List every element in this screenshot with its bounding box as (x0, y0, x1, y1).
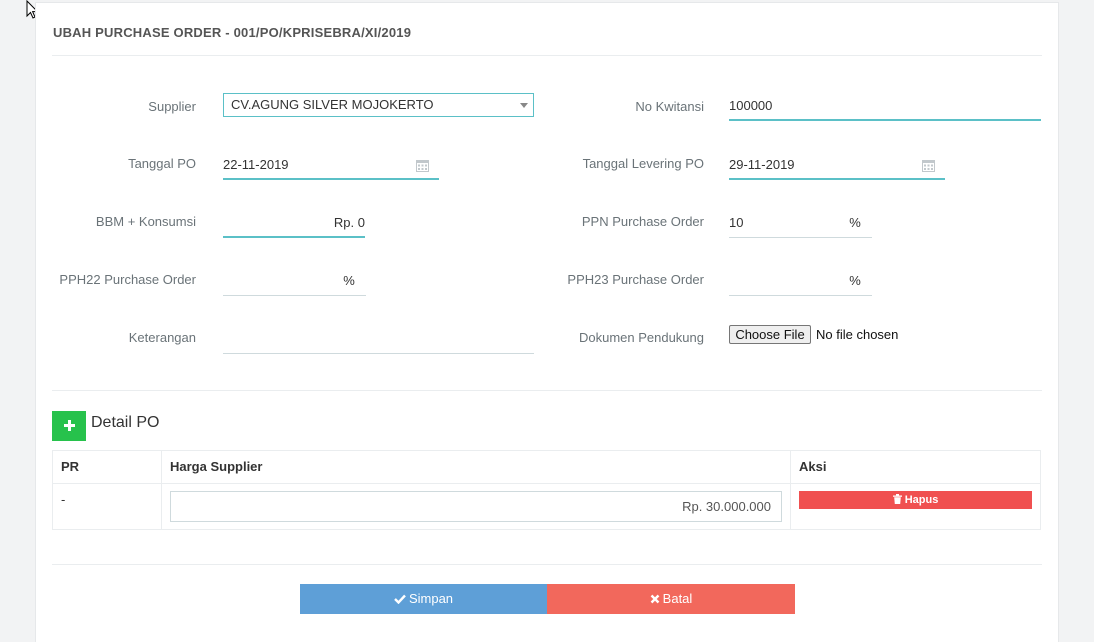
file-status: No file chosen (816, 327, 899, 342)
pph23-label: PPH23 Purchase Order (567, 272, 704, 287)
tanggal-levering-value: 29-11-2019 (729, 157, 795, 172)
harga-cell: Rp. 30.000.000 (161, 483, 791, 530)
tanggal-po-value: 22-11-2019 (223, 157, 289, 172)
times-icon (650, 594, 660, 604)
trash-icon (892, 494, 902, 504)
edit-po-panel: UBAH PURCHASE ORDER - 001/PO/KPRISEBRA/X… (35, 2, 1059, 642)
supplier-select[interactable]: CV.AGUNG SILVER MOJOKERTO (223, 93, 534, 117)
ppn-value: 10 (729, 215, 744, 230)
bbm-konsumsi-value: Rp. 0 (333, 215, 365, 230)
page-title: UBAH PURCHASE ORDER - 001/PO/KPRISEBRA/X… (53, 25, 412, 40)
table-header-row: PR Harga Supplier Aksi (52, 450, 1041, 484)
pph23-percent-addon: % (838, 266, 872, 296)
chevron-down-icon (520, 103, 528, 108)
detail-po-title: Detail PO (91, 414, 160, 431)
aksi-cell: Hapus (790, 483, 1041, 530)
plus-icon (63, 420, 75, 431)
ppn-label: PPN Purchase Order (581, 214, 704, 229)
divider (52, 564, 1042, 565)
column-header-pr: PR (52, 450, 162, 484)
no-kwitansi-input[interactable]: 100000 (729, 91, 1041, 121)
divider (52, 390, 1042, 391)
ppn-percent-addon: % (838, 208, 872, 238)
column-header-harga: Harga Supplier (161, 450, 791, 484)
pph22-label: PPH22 Purchase Order (59, 272, 196, 287)
hapus-button[interactable]: Hapus (799, 491, 1032, 509)
save-button[interactable]: Simpan (300, 584, 547, 614)
ppn-input[interactable]: 10 (729, 208, 839, 238)
tanggal-po-input[interactable]: 22-11-2019 (223, 150, 439, 180)
pr-cell: - (52, 483, 162, 530)
add-detail-button[interactable] (52, 411, 86, 441)
detail-po-table: PR Harga Supplier Aksi - Rp. 30.000.000 (52, 450, 1041, 530)
no-kwitansi-value: 100000 (729, 98, 773, 113)
supplier-label: Supplier (148, 99, 196, 114)
choose-file-button[interactable]: Choose File (729, 325, 811, 344)
dokumen-label: Dokumen Pendukung (578, 330, 704, 345)
bbm-konsumsi-input[interactable]: Rp. 0 (223, 208, 365, 238)
bbm-konsumsi-label: BBM + Konsumsi (95, 214, 196, 229)
table-row: - Rp. 30.000.000 Hapus (52, 483, 1041, 530)
pph22-percent-addon: % (332, 266, 366, 296)
calendar-icon[interactable] (416, 159, 429, 172)
tanggal-po-label: Tanggal PO (128, 156, 196, 171)
check-icon (394, 594, 406, 604)
save-label: Simpan (408, 591, 454, 606)
pph22-input[interactable] (223, 266, 333, 296)
calendar-icon[interactable] (922, 159, 935, 172)
pr-value: - (61, 492, 66, 507)
supplier-value: CV.AGUNG SILVER MOJOKERTO (231, 97, 434, 112)
hapus-label: Hapus (904, 494, 939, 506)
keterangan-input[interactable] (223, 324, 534, 354)
tanggal-levering-label: Tanggal Levering PO (582, 156, 704, 171)
pph23-input[interactable] (729, 266, 839, 296)
cancel-label: Batal (662, 591, 693, 606)
column-header-aksi: Aksi (790, 450, 1041, 484)
tanggal-levering-input[interactable]: 29-11-2019 (729, 150, 945, 180)
cancel-button[interactable]: Batal (547, 584, 795, 614)
divider (52, 55, 1042, 56)
no-kwitansi-label: No Kwitansi (635, 99, 704, 114)
keterangan-label: Keterangan (128, 330, 196, 345)
harga-supplier-input[interactable]: Rp. 30.000.000 (170, 491, 782, 522)
